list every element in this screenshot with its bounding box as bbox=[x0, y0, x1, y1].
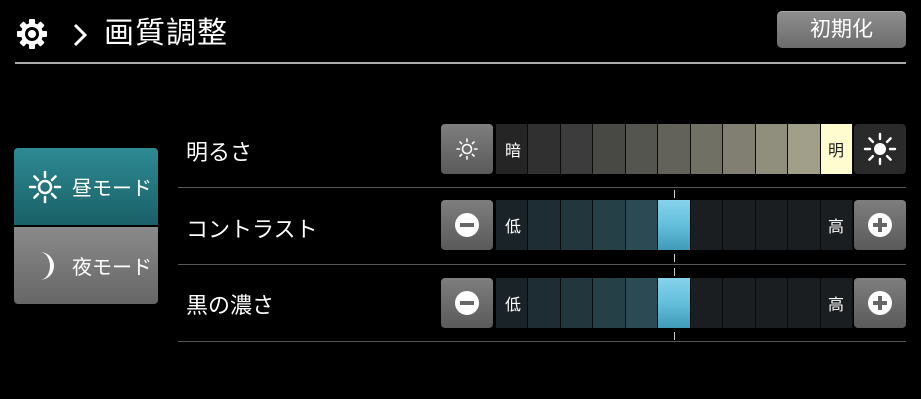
slider-segment bbox=[626, 124, 658, 174]
slider-segment bbox=[691, 124, 723, 174]
center-tick bbox=[674, 190, 675, 198]
row-divider bbox=[178, 341, 906, 342]
slider-high-label: 高 bbox=[827, 295, 844, 314]
slider-thumb bbox=[658, 200, 691, 250]
slider-segment bbox=[561, 278, 593, 328]
sun-icon bbox=[28, 170, 62, 203]
brightness-decrease-button[interactable] bbox=[441, 124, 493, 174]
row-divider bbox=[178, 264, 906, 265]
brightness-slider[interactable]: 暗明 bbox=[496, 124, 853, 174]
brightness-increase-button[interactable] bbox=[854, 124, 906, 174]
black-level-slider[interactable]: 低高 bbox=[496, 278, 853, 328]
slider-segment bbox=[593, 278, 626, 328]
black-level-control: 低高 bbox=[441, 278, 906, 328]
night-mode-label: 夜モード bbox=[72, 255, 152, 279]
slider-segment bbox=[626, 200, 658, 250]
slider-low-label: 低 bbox=[505, 217, 522, 236]
reset-button[interactable]: 初期化 bbox=[777, 11, 906, 48]
slider-segment bbox=[788, 278, 821, 328]
slider-high-label: 明 bbox=[827, 141, 844, 160]
day-mode-label: 昼モード bbox=[72, 176, 152, 200]
slider-segment bbox=[723, 278, 756, 328]
slider-segment bbox=[528, 278, 561, 328]
sun-small-icon bbox=[456, 138, 478, 160]
plus-icon bbox=[868, 291, 892, 315]
slider-thumb bbox=[658, 278, 691, 328]
contrast-slider[interactable]: 低高 bbox=[496, 200, 853, 250]
slider-segment bbox=[756, 200, 788, 250]
night-mode-button[interactable]: 夜モード bbox=[14, 227, 158, 304]
slider-segment bbox=[691, 278, 723, 328]
brightness-control: 暗明 bbox=[441, 124, 906, 174]
slider-segment bbox=[528, 200, 561, 250]
center-tick bbox=[674, 268, 675, 276]
day-mode-button[interactable]: 昼モード bbox=[14, 148, 158, 225]
black-level-decrease-button[interactable] bbox=[441, 278, 493, 328]
slider-segment bbox=[756, 278, 788, 328]
slider-segment bbox=[528, 124, 561, 174]
contrast-increase-button[interactable] bbox=[854, 200, 906, 250]
slider-low-label: 低 bbox=[505, 295, 522, 314]
slider-segment bbox=[658, 124, 691, 174]
slider-low-label: 暗 bbox=[505, 141, 522, 160]
moon-icon bbox=[40, 251, 54, 280]
plus-icon bbox=[868, 213, 892, 237]
black-level-increase-button[interactable] bbox=[854, 278, 906, 328]
slider-segment bbox=[561, 124, 593, 174]
contrast-control: 低高 bbox=[441, 200, 906, 250]
slider-segment bbox=[561, 200, 593, 250]
slider-segment bbox=[593, 200, 626, 250]
slider-segment bbox=[626, 278, 658, 328]
slider-segment bbox=[788, 200, 821, 250]
slider-segment bbox=[691, 200, 723, 250]
slider-high-label: 高 bbox=[827, 217, 844, 236]
page-title: 画質調整 bbox=[104, 16, 228, 51]
sun-large-icon bbox=[863, 132, 897, 166]
slider-segment bbox=[756, 124, 788, 174]
header: 画質調整 初期化 bbox=[0, 0, 921, 62]
minus-icon bbox=[455, 291, 479, 315]
slider-segment bbox=[723, 200, 756, 250]
gear-icon bbox=[17, 19, 47, 49]
contrast-label: コントラスト bbox=[186, 218, 318, 243]
header-divider bbox=[15, 62, 906, 64]
slider-segment bbox=[788, 124, 821, 174]
black-level-label: 黒の濃さ bbox=[186, 294, 275, 319]
row-divider bbox=[178, 187, 906, 188]
contrast-decrease-button[interactable] bbox=[441, 200, 493, 250]
center-tick bbox=[674, 332, 675, 340]
center-tick bbox=[674, 254, 675, 262]
minus-icon bbox=[455, 213, 479, 237]
chevron-right-icon bbox=[73, 23, 88, 47]
slider-segment bbox=[593, 124, 626, 174]
brightness-label: 明るさ bbox=[186, 141, 253, 166]
slider-segment bbox=[723, 124, 756, 174]
